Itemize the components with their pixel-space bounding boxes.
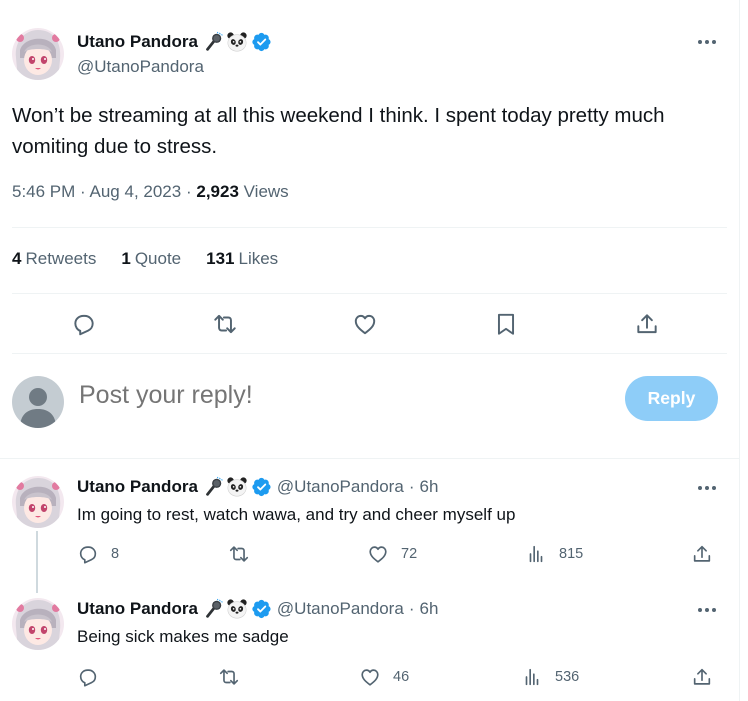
reply-author-avatar[interactable] <box>12 598 64 650</box>
panda-icon <box>226 598 248 620</box>
verified-badge-icon[interactable] <box>252 477 272 497</box>
reply-icon[interactable] <box>64 304 104 344</box>
reply-author-name[interactable]: Utano Pandora <box>77 477 198 497</box>
meta-separator: · <box>80 182 86 201</box>
views-count: 2,923 <box>196 182 239 201</box>
tweet-text: Won’t be streaming at all this weekend I… <box>12 104 665 158</box>
likes-count: 131 <box>206 249 235 268</box>
like-count: 46 <box>393 669 410 685</box>
divider <box>12 293 727 294</box>
panda-icon <box>226 31 248 53</box>
panda-icon <box>226 476 248 498</box>
tweet-date[interactable]: Aug 4, 2023 <box>90 182 182 201</box>
tweet-meta: 5:46 PM · Aug 4, 2023 · 2,923 Views <box>12 182 289 202</box>
meta-separator: · <box>185 182 192 201</box>
author-handle-row: @UtanoPandora <box>77 57 204 77</box>
reply-tweet[interactable]: Utano Pandora @UtanoPandora · 6h Im goin… <box>0 459 739 593</box>
more-options-icon[interactable] <box>698 608 716 612</box>
like-icon <box>367 543 389 565</box>
divider <box>12 353 727 354</box>
views-action[interactable]: 815 <box>525 543 583 565</box>
share-action[interactable] <box>691 543 713 565</box>
reply-age[interactable]: 6h <box>419 599 438 619</box>
author-name[interactable]: Utano Pandora <box>77 32 198 52</box>
retweet-action[interactable] <box>218 666 252 688</box>
author-handle[interactable]: @UtanoPandora <box>77 57 204 77</box>
divider <box>12 227 727 228</box>
view-count: 815 <box>559 546 584 562</box>
views-icon <box>521 666 543 688</box>
reply-button[interactable]: Reply <box>625 376 718 421</box>
reply-separator: · <box>408 599 415 618</box>
retweet-icon[interactable] <box>205 304 245 344</box>
verified-badge-icon[interactable] <box>252 32 272 52</box>
microphone-icon <box>202 31 224 53</box>
like-icon <box>359 666 381 688</box>
views-action[interactable]: 536 <box>521 666 579 688</box>
share-icon <box>691 543 713 565</box>
share-action[interactable] <box>691 666 713 688</box>
quotes-label: Quote <box>134 249 182 268</box>
retweets-stat[interactable]: 4 Retweets <box>12 249 96 269</box>
retweet-icon <box>218 666 240 688</box>
likes-label: Likes <box>238 249 279 268</box>
more-options-icon[interactable] <box>698 40 716 44</box>
reply-action[interactable] <box>77 666 111 688</box>
column-border <box>739 0 740 701</box>
retweets-label: Retweets <box>25 249 97 268</box>
reply-icon <box>77 666 99 688</box>
reply-action[interactable]: 8 <box>77 543 119 565</box>
reply-header: Utano Pandora @UtanoPandora · 6h <box>77 598 438 620</box>
reply-author-handle[interactable]: @UtanoPandora <box>277 599 404 619</box>
tweet-time[interactable]: 5:46 PM <box>12 182 75 201</box>
reply-tweet[interactable]: Utano Pandora @UtanoPandora · 6h Being s… <box>0 581 739 701</box>
reply-author-handle[interactable]: @UtanoPandora <box>277 477 404 497</box>
reply-author-name[interactable]: Utano Pandora <box>77 599 198 619</box>
more-options-icon[interactable] <box>698 486 716 490</box>
author-name-row: Utano Pandora <box>77 31 272 53</box>
reply-input[interactable] <box>79 381 599 410</box>
reply-count: 8 <box>111 546 120 562</box>
bookmark-icon[interactable] <box>486 304 526 344</box>
reply-text: Im going to rest, watch wawa, and try an… <box>77 505 516 524</box>
share-icon <box>691 666 713 688</box>
reply-header: Utano Pandora @UtanoPandora · 6h <box>77 476 438 498</box>
views-label: Views <box>243 182 289 201</box>
reply-text: Being sick makes me sadge <box>77 627 289 646</box>
reply-icon <box>77 543 99 565</box>
author-avatar[interactable] <box>12 28 64 80</box>
tweet-actions <box>0 304 739 344</box>
reply-author-avatar[interactable] <box>12 476 64 528</box>
quotes-stat[interactable]: 1 Quote <box>121 249 181 269</box>
like-action[interactable]: 72 <box>367 543 417 565</box>
retweets-count: 4 <box>12 249 22 268</box>
microphone-icon <box>202 476 224 498</box>
current-user-avatar[interactable] <box>12 376 64 428</box>
likes-stat[interactable]: 131 Likes <box>206 249 278 269</box>
view-count: 536 <box>555 669 580 685</box>
microphone-icon <box>202 598 224 620</box>
reply-separator: · <box>408 477 415 496</box>
reply-composer: Reply <box>0 355 739 458</box>
retweet-action[interactable] <box>228 543 262 565</box>
views-icon <box>525 543 547 565</box>
quotes-count: 1 <box>121 249 131 268</box>
like-count: 72 <box>401 546 418 562</box>
reply-age[interactable]: 6h <box>419 477 438 497</box>
verified-badge-icon[interactable] <box>252 599 272 619</box>
retweet-icon <box>228 543 250 565</box>
like-icon[interactable] <box>345 304 385 344</box>
tweet-stats: 4 Retweets 1 Quote 131 Likes <box>12 249 278 269</box>
share-icon[interactable] <box>627 304 667 344</box>
like-action[interactable]: 46 <box>359 666 409 688</box>
